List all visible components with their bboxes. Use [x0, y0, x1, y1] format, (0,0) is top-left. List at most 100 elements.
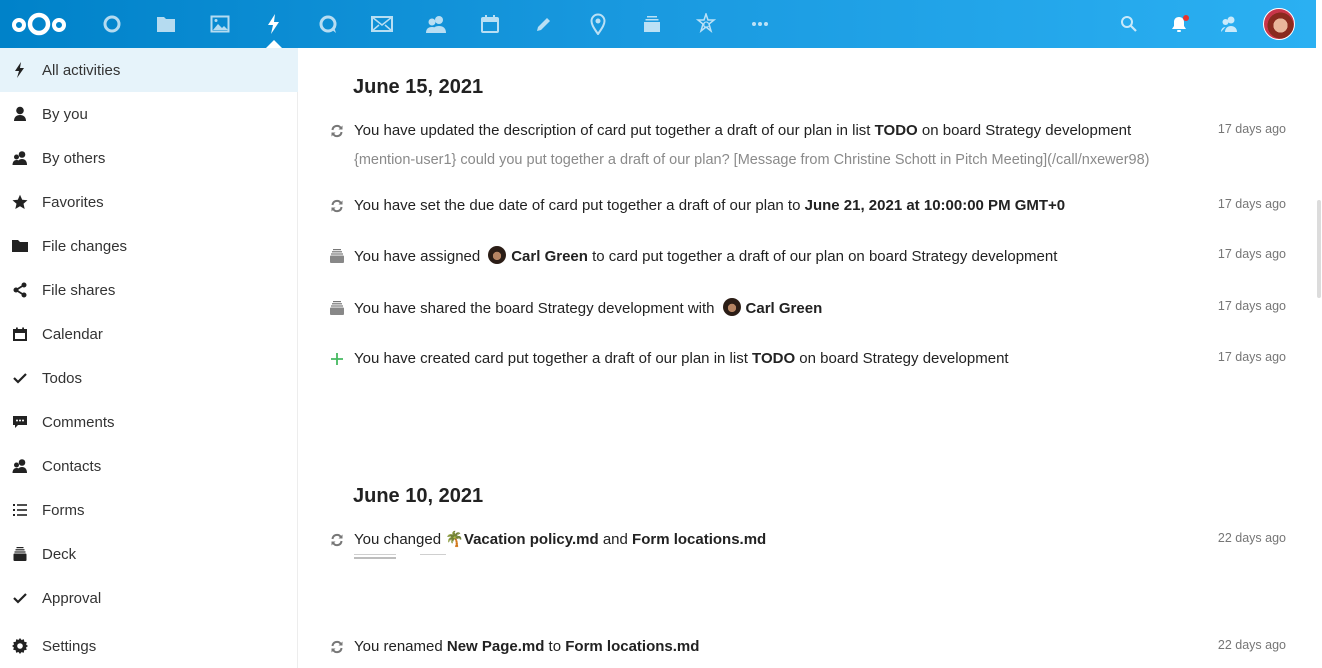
nextcloud-logo[interactable] — [10, 10, 68, 38]
activity-message: {mention-user1} could you put together a… — [354, 152, 1150, 168]
activity-highlight[interactable]: Carl Green — [511, 248, 588, 265]
sidebar-item-label: File changes — [42, 237, 128, 255]
sidebar-item-label: Calendar — [42, 325, 103, 343]
sidebar-item-comments[interactable]: Comments — [0, 400, 298, 444]
app-photos[interactable] — [208, 12, 232, 36]
star-icon — [0, 194, 42, 210]
sidebar-item-forms[interactable]: Forms — [0, 488, 298, 532]
sidebar-item-label: Approval — [42, 589, 102, 607]
activity-highlight[interactable]: TODO — [752, 350, 795, 367]
activity-text: You have assigned Carl Green to card put … — [354, 246, 1057, 267]
sidebar-item-label: All activities — [42, 61, 121, 79]
folder-icon — [157, 17, 175, 32]
sidebar-item-label: File shares — [42, 281, 116, 299]
app-maps[interactable] — [586, 12, 610, 36]
app-calendar[interactable] — [478, 12, 502, 36]
activity-highlight[interactable]: Vacation policy.md — [464, 531, 599, 548]
mail-icon — [371, 16, 393, 32]
sidebar-item-todos[interactable]: Todos — [0, 356, 298, 400]
activity-text-part: 🌴 — [445, 531, 464, 548]
activity-stream: June 15, 2021 You have updated the descri… — [299, 48, 1316, 668]
contacts-icon — [426, 16, 446, 33]
notification-badge — [1183, 15, 1189, 21]
contacts-menu-icon — [1221, 16, 1237, 32]
user-avatar[interactable] — [1263, 8, 1295, 40]
activity-text: You have shared the board Strategy devel… — [354, 298, 822, 319]
sidebar-item-label: By others — [42, 149, 106, 167]
app-navigation: All activities By you By others Favorites Fi… — [0, 48, 298, 668]
activity-highlight[interactable]: New Page.md — [447, 638, 545, 655]
search-button[interactable] — [1117, 12, 1141, 36]
deck-icon — [329, 300, 345, 316]
sidebar-item-all-activities[interactable]: All activities — [0, 48, 298, 92]
sidebar-item-calendar[interactable]: Calendar — [0, 312, 298, 356]
sidebar-item-contacts[interactable]: Contacts — [0, 444, 298, 488]
app-deck[interactable] — [640, 12, 664, 36]
app-contacts[interactable] — [424, 12, 448, 36]
user-avatar-carl-green[interactable] — [722, 298, 741, 316]
top-header: C — [0, 0, 1316, 48]
share-icon — [0, 282, 42, 298]
activity-text-part: You renamed — [354, 638, 447, 655]
activity-timestamp: 17 days ago — [1217, 122, 1286, 136]
activity-timestamp: 17 days ago — [1217, 247, 1286, 261]
scrollbar-thumb[interactable] — [1317, 200, 1321, 298]
plus-icon — [329, 351, 345, 367]
activity-highlight[interactable]: Form locations.md — [565, 638, 699, 655]
activity-highlight[interactable]: Form locations.md — [632, 531, 766, 548]
deck-icon — [329, 248, 345, 264]
user-avatar-carl-green[interactable] — [488, 246, 507, 264]
sidebar-item-approval[interactable]: Approval — [0, 576, 298, 620]
app-activity[interactable] — [262, 12, 286, 36]
activity-highlight[interactable]: TODO — [875, 122, 918, 139]
calendar-icon — [0, 327, 42, 341]
users-icon — [0, 150, 42, 166]
activity-text: You changed 🌴Vacation policy.md and Form… — [354, 530, 766, 550]
lightning-icon — [0, 62, 42, 78]
activity-text: You renamed New Page.md to Form location… — [354, 637, 699, 657]
sidebar-item-label: Deck — [42, 545, 77, 563]
activity-text-part: You have set the due date of card put to… — [354, 197, 805, 214]
activity-text-part: and — [598, 531, 633, 548]
app-mail[interactable] — [370, 12, 394, 36]
activity-timestamp: 17 days ago — [1217, 350, 1286, 364]
contacts-menu-button[interactable] — [1217, 12, 1241, 36]
checkmark-icon — [0, 372, 42, 384]
app-approval[interactable]: C — [694, 12, 718, 36]
sidebar-item-label: By you — [42, 105, 88, 123]
sync-icon — [329, 532, 345, 548]
checkmark-icon — [0, 592, 42, 604]
activity-highlight[interactable]: Carl Green — [746, 300, 823, 317]
more-icon — [752, 22, 768, 26]
activity-highlight[interactable]: June 21, 2021 at 10:00:00 PM GMT+0 — [805, 197, 1066, 214]
activity-text: You have created card put together a dra… — [354, 349, 1009, 369]
activity-text-part: on board Strategy development — [795, 350, 1009, 367]
app-files[interactable] — [154, 12, 178, 36]
settings-button[interactable]: Settings — [0, 624, 298, 668]
more-apps-button[interactable] — [748, 12, 772, 36]
app-notes[interactable] — [532, 12, 556, 36]
gear-icon — [0, 638, 42, 654]
user-icon — [0, 106, 42, 122]
deck-icon — [644, 16, 660, 32]
activity-text: You have updated the description of card… — [354, 121, 1131, 141]
sidebar-item-by-others[interactable]: By others — [0, 136, 298, 180]
file-preview-thumbnail[interactable] — [420, 554, 446, 562]
sidebar-item-by-you[interactable]: By you — [0, 92, 298, 136]
sidebar-item-favorites[interactable]: Favorites — [0, 180, 298, 224]
activity-text: You have set the due date of card put to… — [354, 196, 1065, 216]
sidebar-item-label: Contacts — [42, 457, 102, 475]
activity-timestamp: 22 days ago — [1217, 531, 1286, 545]
sidebar-item-label: Todos — [42, 369, 83, 387]
pencil-icon — [537, 18, 550, 31]
app-dashboard[interactable] — [100, 12, 124, 36]
sidebar-item-file-shares[interactable]: File shares — [0, 268, 298, 312]
sidebar-item-deck[interactable]: Deck — [0, 532, 298, 576]
sidebar-item-file-changes[interactable]: File changes — [0, 224, 298, 268]
app-talk[interactable] — [316, 12, 340, 36]
talk-icon — [319, 15, 337, 33]
activity-text-part: You have created card put together a dra… — [354, 350, 753, 367]
file-preview-thumbnail[interactable] — [354, 554, 396, 562]
scrollbar[interactable] — [1316, 0, 1322, 668]
map-pin-icon — [590, 13, 606, 35]
